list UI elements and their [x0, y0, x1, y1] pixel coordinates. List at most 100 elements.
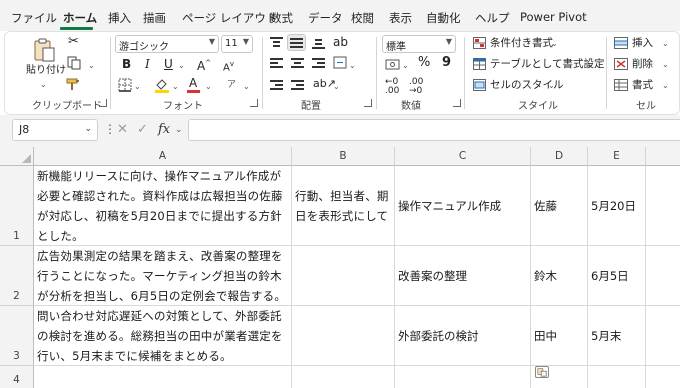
- merge-dropdown-icon[interactable]: ⌄: [349, 59, 356, 73]
- menu-home[interactable]: ホーム: [63, 10, 97, 26]
- column-header-e[interactable]: E: [588, 147, 646, 166]
- number-launcher-icon[interactable]: [453, 99, 461, 107]
- percent-style-button[interactable]: %: [418, 56, 430, 70]
- cell-f2[interactable]: [646, 246, 680, 306]
- function-dropdown-icon[interactable]: ⌄: [175, 125, 183, 135]
- formula-input[interactable]: [188, 119, 680, 141]
- comma-style-button[interactable]: 9: [442, 56, 451, 70]
- cell-d1[interactable]: 佐藤: [531, 166, 588, 246]
- cell-f4[interactable]: [646, 366, 680, 388]
- phonetic-button[interactable]: ア: [227, 78, 236, 92]
- borders-dropdown-icon[interactable]: ⌄: [134, 80, 141, 94]
- column-header-b[interactable]: B: [292, 147, 395, 166]
- cell-f3[interactable]: [646, 306, 680, 366]
- menu-power-pivot[interactable]: Power Pivot: [520, 10, 587, 24]
- menu-page-layout[interactable]: ページ レイアウト: [182, 10, 277, 26]
- menu-automate[interactable]: 自動化: [426, 10, 461, 26]
- name-box[interactable]: J8 ⌄: [12, 119, 98, 141]
- font-name-select[interactable]: 游ゴシック ▼: [115, 35, 219, 53]
- cell-c3-text: 外部委託の検討: [398, 328, 479, 343]
- font-color-button[interactable]: A: [189, 76, 197, 90]
- cell-e4[interactable]: [588, 366, 646, 388]
- column-header-d[interactable]: D: [531, 147, 588, 166]
- enter-icon[interactable]: ✓: [137, 122, 148, 137]
- decrease-font-button[interactable]: Av: [223, 57, 234, 75]
- wrap-text-icon[interactable]: ab: [333, 35, 348, 49]
- clipboard-group-label: クリップボード: [32, 101, 102, 112]
- cell-c1[interactable]: 操作マニュアル作成: [395, 166, 531, 246]
- insert-function-button[interactable]: fx: [158, 122, 170, 137]
- italic-button[interactable]: I: [145, 57, 150, 71]
- cell-b1[interactable]: 行動、担当者、期日を表形式にして: [292, 166, 395, 246]
- cell-d3[interactable]: 田中: [531, 306, 588, 366]
- underline-button[interactable]: U: [164, 57, 173, 71]
- cell-d2[interactable]: 鈴木: [531, 246, 588, 306]
- clipboard-launcher-icon[interactable]: [99, 99, 107, 107]
- cell-a4[interactable]: [34, 366, 292, 388]
- phonetic-dropdown-icon[interactable]: ⌄: [243, 80, 250, 94]
- fill-color-dropdown-icon[interactable]: ⌄: [172, 80, 179, 94]
- increase-decimal-icon[interactable]: ←0.00: [385, 78, 399, 96]
- decrease-indent-icon[interactable]: [270, 80, 283, 91]
- accounting-dropdown-icon[interactable]: ⌄: [402, 59, 409, 73]
- menu-help[interactable]: ヘルプ: [475, 10, 510, 26]
- accounting-format-icon[interactable]: [385, 58, 401, 71]
- menu-file[interactable]: ファイル: [11, 10, 57, 26]
- increase-indent-icon[interactable]: [291, 80, 304, 91]
- column-header-c[interactable]: C: [395, 147, 531, 166]
- more-options-icon[interactable]: ⋮: [104, 122, 116, 136]
- column-header-a[interactable]: A: [34, 147, 292, 166]
- row-header-2[interactable]: 2: [0, 246, 34, 306]
- menu-view[interactable]: 表示: [389, 10, 412, 26]
- copy-icon[interactable]: [67, 56, 81, 70]
- borders-icon[interactable]: [118, 78, 132, 92]
- menu-data[interactable]: データ: [308, 10, 343, 26]
- cancel-icon[interactable]: ✕: [117, 122, 128, 137]
- cell-a3[interactable]: 問い合わせ対応遅延への対策として、外部委託の検討を進める。総務担当の田中が業者選…: [34, 306, 292, 366]
- cell-e3[interactable]: 5月末: [588, 306, 646, 366]
- cell-e2[interactable]: 6月5日: [588, 246, 646, 306]
- cut-icon[interactable]: ✂: [68, 35, 79, 49]
- align-right-icon[interactable]: [312, 58, 325, 69]
- merge-center-icon[interactable]: [333, 56, 347, 69]
- row-header-3[interactable]: 3: [0, 306, 34, 366]
- bold-button[interactable]: B: [122, 57, 131, 71]
- fill-color-icon[interactable]: [154, 77, 170, 93]
- copy-dropdown-icon[interactable]: ⌄: [88, 59, 95, 73]
- cell-styles-icon: [473, 79, 486, 91]
- cell-e1[interactable]: 5月20日: [588, 166, 646, 246]
- paste-options-icon[interactable]: [535, 366, 549, 378]
- cell-b4[interactable]: [292, 366, 395, 388]
- cell-c4[interactable]: [395, 366, 531, 388]
- column-header-f[interactable]: [646, 147, 680, 166]
- decrease-decimal-icon[interactable]: .00 →0: [409, 78, 423, 96]
- number-format-select[interactable]: 標準 ▼: [382, 35, 456, 53]
- cell-b3[interactable]: [292, 306, 395, 366]
- select-all-corner[interactable]: [0, 147, 34, 166]
- align-center-icon[interactable]: [291, 58, 304, 69]
- increase-font-button[interactable]: A^: [197, 56, 211, 73]
- cell-c3[interactable]: 外部委託の検討: [395, 306, 531, 366]
- align-bottom-icon[interactable]: [312, 37, 325, 49]
- underline-dropdown-icon[interactable]: ⌄: [178, 59, 185, 73]
- font-color-dropdown-icon[interactable]: ⌄: [205, 80, 212, 94]
- cell-b2[interactable]: [292, 246, 395, 306]
- menu-draw[interactable]: 描画: [143, 10, 166, 26]
- phonetic-icon: ア: [227, 80, 237, 90]
- row-header-4[interactable]: 4: [0, 366, 34, 388]
- menu-review[interactable]: 校閲: [351, 10, 374, 26]
- orientation-dropdown-icon[interactable]: ⌄: [333, 80, 340, 94]
- align-left-icon[interactable]: [270, 58, 283, 69]
- cell-a2[interactable]: 広告効果測定の結果を踏まえ、改善案の整理を行うことになった。マーケティング担当の…: [34, 246, 292, 306]
- menu-insert[interactable]: 挿入: [108, 10, 131, 26]
- align-top-icon[interactable]: [270, 37, 283, 48]
- font-size-select[interactable]: 11 ▼: [221, 35, 253, 53]
- cell-f1[interactable]: [646, 166, 680, 246]
- cell-c2[interactable]: 改善案の整理: [395, 246, 531, 306]
- alignment-launcher-icon[interactable]: [364, 99, 372, 107]
- font-launcher-icon[interactable]: [250, 99, 258, 107]
- menu-formulas[interactable]: 数式: [270, 10, 293, 26]
- format-painter-icon[interactable]: [66, 77, 82, 91]
- row-header-1[interactable]: 1: [0, 166, 34, 246]
- cell-a1[interactable]: 新機能リリースに向け、操作マニュアル作成が必要と確認された。資料作成は広報担当の…: [34, 166, 292, 246]
